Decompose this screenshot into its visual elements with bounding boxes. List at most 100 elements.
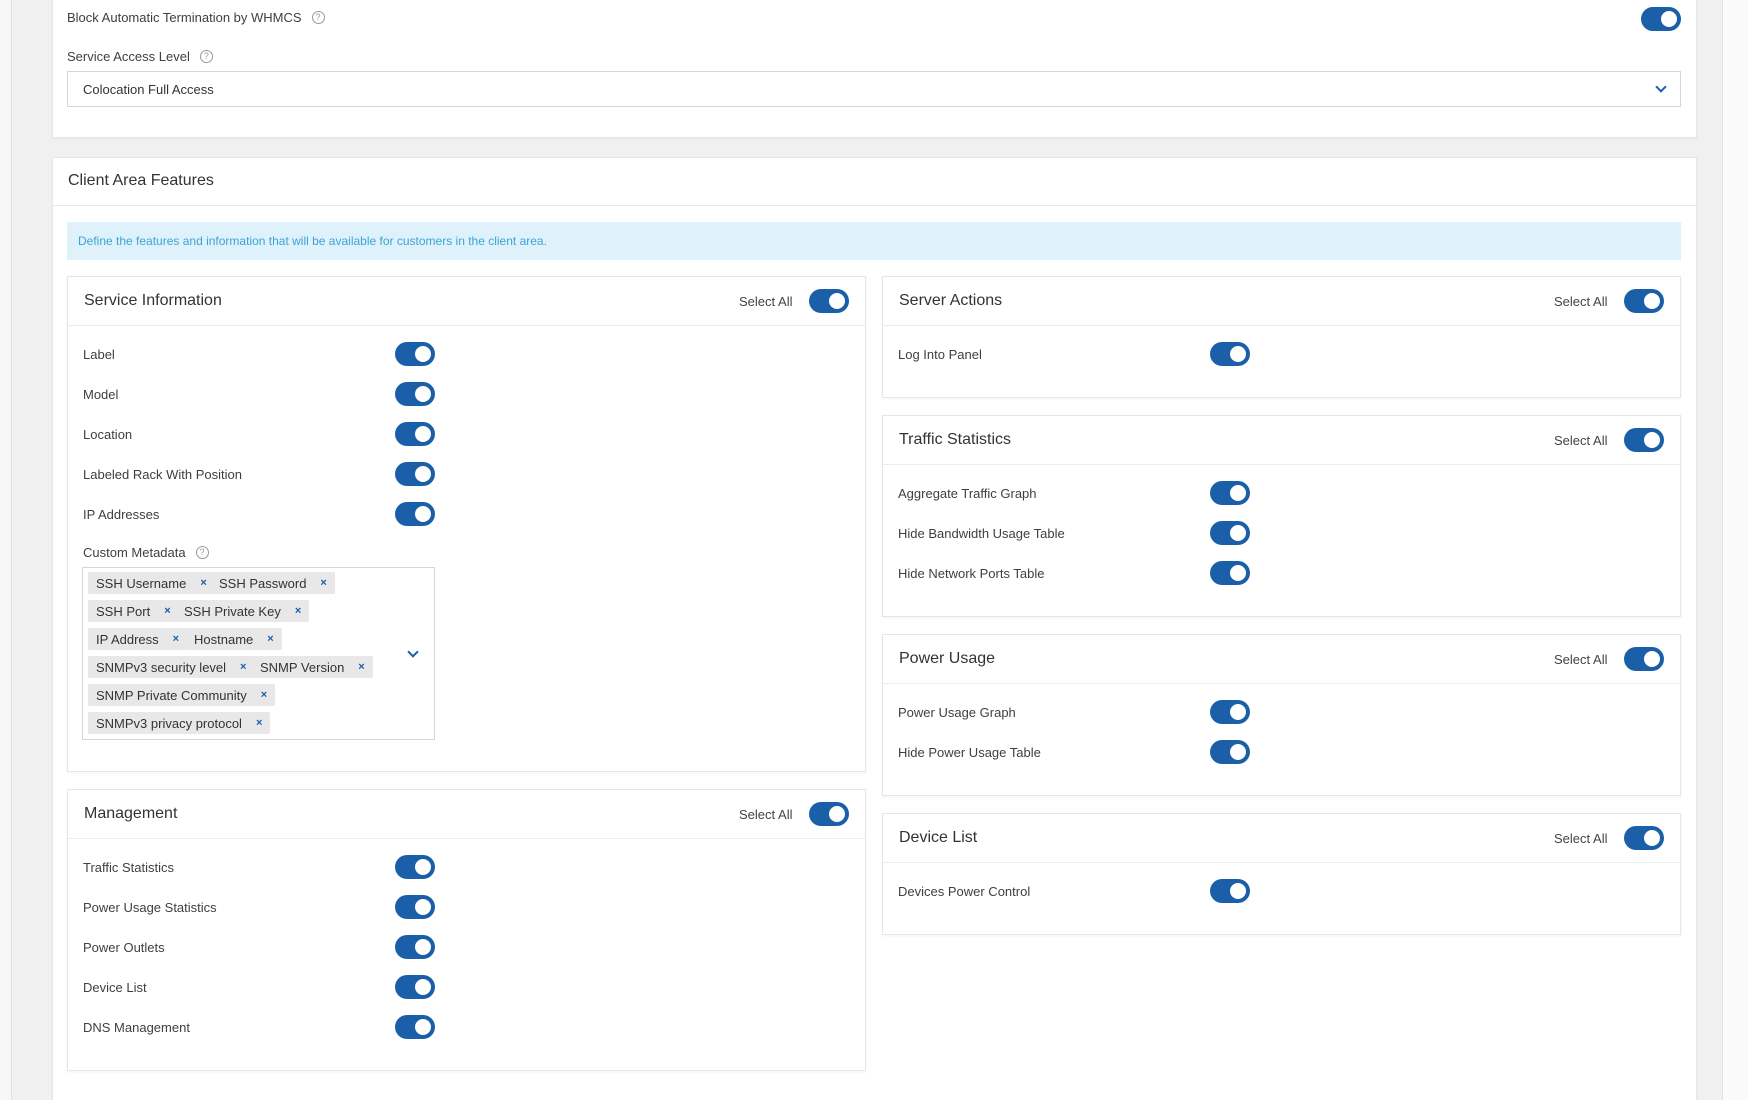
block-termination-toggle[interactable]	[1641, 7, 1681, 31]
right-scroll-rail[interactable]	[1722, 0, 1748, 1100]
tag: SSH Username ×	[88, 572, 215, 594]
power-usage-panel: Power Usage Select All Power Usage Graph…	[882, 634, 1681, 796]
select-all-toggle[interactable]	[809, 802, 849, 826]
panel-divider	[883, 464, 1680, 465]
ip-addresses-toggle[interactable]	[395, 502, 435, 526]
management-panel: Management Select All Traffic Statistics…	[67, 789, 866, 1071]
tag-label: SSH Username	[96, 575, 187, 591]
item-label: Label	[83, 347, 115, 362]
remove-tag-icon[interactable]: ×	[173, 633, 179, 645]
aggregate-traffic-graph-toggle[interactable]	[1210, 481, 1250, 505]
info-text: Define the features and information that…	[78, 234, 547, 248]
panel-title: Device List	[899, 829, 978, 846]
item-label: Devices Power Control	[898, 884, 1031, 899]
tag-label: SSH Port	[96, 603, 151, 619]
select-all-label: Select All	[1554, 652, 1608, 667]
remove-tag-icon[interactable]: ×	[267, 633, 273, 645]
select-all-label: Select All	[1554, 433, 1608, 448]
labeled-rack-toggle[interactable]	[395, 462, 435, 486]
remove-tag-icon[interactable]: ×	[261, 689, 267, 701]
panel-divider	[883, 862, 1680, 863]
item-label: Hide Power Usage Table	[898, 745, 1041, 760]
tag-label: SSH Private Key	[184, 603, 281, 619]
item-label: Location	[83, 427, 133, 442]
item-label: Hide Bandwidth Usage Table	[898, 526, 1065, 541]
remove-tag-icon[interactable]: ×	[320, 577, 326, 589]
log-into-panel-toggle[interactable]	[1210, 342, 1250, 366]
tag-label: Hostname	[194, 631, 254, 647]
power-usage-statistics-toggle[interactable]	[395, 895, 435, 919]
power-usage-graph-toggle[interactable]	[1210, 700, 1250, 724]
hide-network-ports-table-toggle[interactable]	[1210, 561, 1250, 585]
select-all-toggle[interactable]	[1624, 428, 1664, 452]
remove-tag-icon[interactable]: ×	[200, 577, 206, 589]
remove-tag-icon[interactable]: ×	[358, 661, 364, 673]
tag-label: SNMPv3 security level	[96, 659, 227, 675]
label-toggle[interactable]	[395, 342, 435, 366]
tag: SNMP Version ×	[252, 656, 373, 678]
item-label: Power Outlets	[83, 940, 165, 955]
help-icon[interactable]: ?	[311, 11, 325, 24]
select-all-toggle[interactable]	[1624, 289, 1664, 313]
item-label: Power Usage Statistics	[83, 900, 217, 915]
devices-power-control-toggle[interactable]	[1210, 879, 1250, 903]
location-toggle[interactable]	[395, 422, 435, 446]
block-termination-label: Block Automatic Termination by WHMCS	[67, 10, 302, 25]
tag-label: SNMP Private Community	[96, 687, 247, 703]
remove-tag-icon[interactable]: ×	[240, 661, 246, 673]
power-outlets-toggle[interactable]	[395, 935, 435, 959]
item-label: Traffic Statistics	[83, 860, 175, 875]
select-all-label: Select All	[739, 807, 793, 822]
item-label: Model	[83, 387, 119, 402]
help-icon[interactable]: ?	[195, 546, 209, 559]
panel-title: Server Actions	[899, 292, 1003, 309]
device-list-toggle[interactable]	[395, 975, 435, 999]
tag: SSH Port ×	[88, 600, 179, 622]
hide-bandwidth-usage-table-toggle[interactable]	[1210, 521, 1250, 545]
panel-divider	[68, 325, 865, 326]
item-label: Aggregate Traffic Graph	[898, 486, 1037, 501]
item-label: IP Addresses	[83, 507, 160, 522]
left-rail	[0, 0, 12, 1100]
service-access-select[interactable]: Colocation Full Access	[67, 71, 1681, 107]
hide-power-usage-table-toggle[interactable]	[1210, 740, 1250, 764]
tag: SSH Private Key ×	[176, 600, 310, 622]
item-label: Device List	[83, 980, 147, 995]
traffic-statistics-toggle[interactable]	[395, 855, 435, 879]
tag-label: SSH Password	[219, 575, 307, 591]
item-label: Log Into Panel	[898, 347, 982, 362]
tag: SNMPv3 privacy protocol ×	[88, 712, 271, 734]
item-label: DNS Management	[83, 1020, 190, 1035]
select-all-toggle[interactable]	[809, 289, 849, 313]
item-label: Hide Network Ports Table	[898, 566, 1045, 581]
tag: SNMPv3 security level ×	[88, 656, 255, 678]
select-all-toggle[interactable]	[1624, 647, 1664, 671]
select-all-label: Select All	[1554, 831, 1608, 846]
block-termination-row: Block Automatic Termination by WHMCS ?	[67, 10, 325, 25]
traffic-statistics-panel: Traffic Statistics Select All Aggregate …	[882, 415, 1681, 617]
select-all-label: Select All	[739, 294, 793, 309]
tag: SSH Password ×	[211, 572, 335, 594]
panel-title: Service Information	[84, 292, 222, 309]
tag-label: SNMPv3 privacy protocol	[96, 715, 242, 731]
panel-divider	[883, 683, 1680, 684]
remove-tag-icon[interactable]: ×	[164, 605, 170, 617]
select-all-toggle[interactable]	[1624, 826, 1664, 850]
help-icon[interactable]: ?	[199, 50, 213, 63]
tag-label: SNMP Version	[260, 659, 345, 675]
item-label: Labeled Rack With Position	[83, 467, 242, 482]
custom-metadata-row: Custom Metadata ?	[83, 545, 209, 560]
service-access-value: Colocation Full Access	[83, 81, 214, 97]
remove-tag-icon[interactable]: ×	[256, 717, 262, 729]
item-label: Power Usage Graph	[898, 705, 1016, 720]
remove-tag-icon[interactable]: ×	[295, 605, 301, 617]
model-toggle[interactable]	[395, 382, 435, 406]
select-all-label: Select All	[1554, 294, 1608, 309]
tag-label: IP Address	[96, 631, 159, 647]
panel-divider	[883, 325, 1680, 326]
panel-divider	[68, 838, 865, 839]
custom-metadata-label: Custom Metadata	[83, 545, 186, 560]
server-actions-panel: Server Actions Select All Log Into Panel	[882, 276, 1681, 398]
dns-management-toggle[interactable]	[395, 1015, 435, 1039]
info-banner: Define the features and information that…	[67, 222, 1681, 260]
